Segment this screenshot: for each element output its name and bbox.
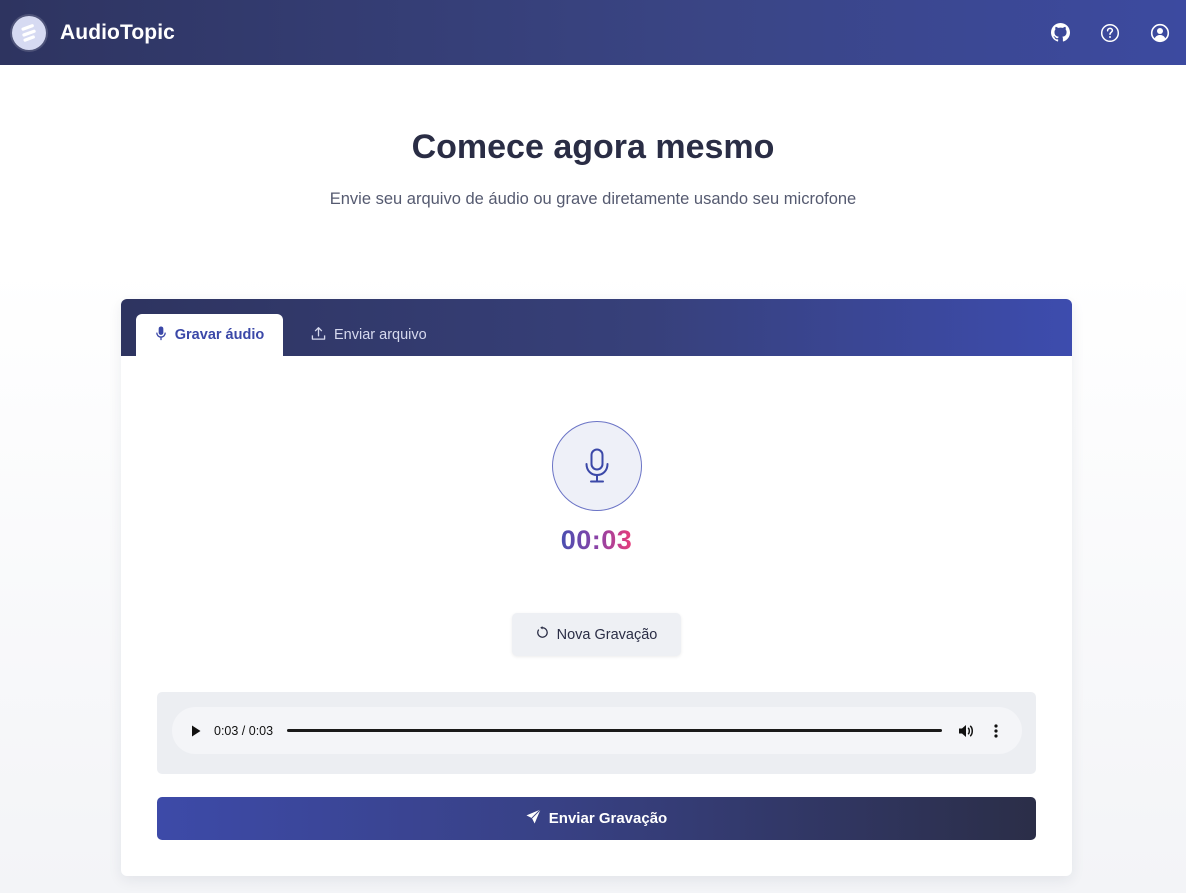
- tab-record-audio[interactable]: Gravar áudio: [136, 314, 283, 356]
- record-button[interactable]: [552, 421, 642, 511]
- microphone-icon: [155, 325, 167, 345]
- help-icon[interactable]: [1100, 23, 1120, 43]
- tab-upload-file[interactable]: Enviar arquivo: [311, 314, 427, 356]
- tab-bar: Gravar áudio Enviar arquivo: [121, 299, 1072, 356]
- page-title: Comece agora mesmo: [411, 128, 775, 166]
- page-subtitle: Envie seu arquivo de áudio ou grave dire…: [329, 190, 857, 208]
- tab-label: Enviar arquivo: [334, 327, 427, 343]
- recorder-card: Gravar áudio Enviar arquivo 00:03 Nova G…: [121, 299, 1072, 876]
- top-bar: AudioTopic: [0, 0, 1186, 65]
- new-recording-button[interactable]: Nova Gravação: [512, 613, 681, 656]
- logo-icon[interactable]: [12, 15, 46, 50]
- send-recording-label: Enviar Gravação: [548, 810, 668, 827]
- account-icon[interactable]: [1150, 23, 1170, 43]
- play-icon[interactable]: [188, 723, 204, 739]
- audio-player: 0:03 / 0:03: [172, 707, 1022, 754]
- github-icon[interactable]: [1050, 23, 1070, 43]
- audio-player-container: 0:03 / 0:03: [157, 692, 1036, 774]
- microphone-icon: [585, 448, 609, 483]
- brand-name[interactable]: AudioTopic: [60, 21, 175, 45]
- upload-icon: [311, 326, 326, 345]
- send-recording-button[interactable]: Enviar Gravação: [157, 797, 1036, 840]
- send-icon: [526, 809, 541, 828]
- timer-text: 00:03: [560, 525, 633, 555]
- volume-icon[interactable]: [956, 721, 976, 741]
- tab-label: Gravar áudio: [174, 327, 265, 343]
- player-progress-bar[interactable]: [287, 729, 942, 732]
- new-recording-label: Nova Gravação: [556, 626, 658, 643]
- recording-timer: 00:03: [121, 525, 1072, 556]
- player-time: 0:03 / 0:03: [214, 723, 274, 738]
- more-options-icon[interactable]: [986, 721, 1006, 741]
- refresh-icon: [536, 626, 549, 643]
